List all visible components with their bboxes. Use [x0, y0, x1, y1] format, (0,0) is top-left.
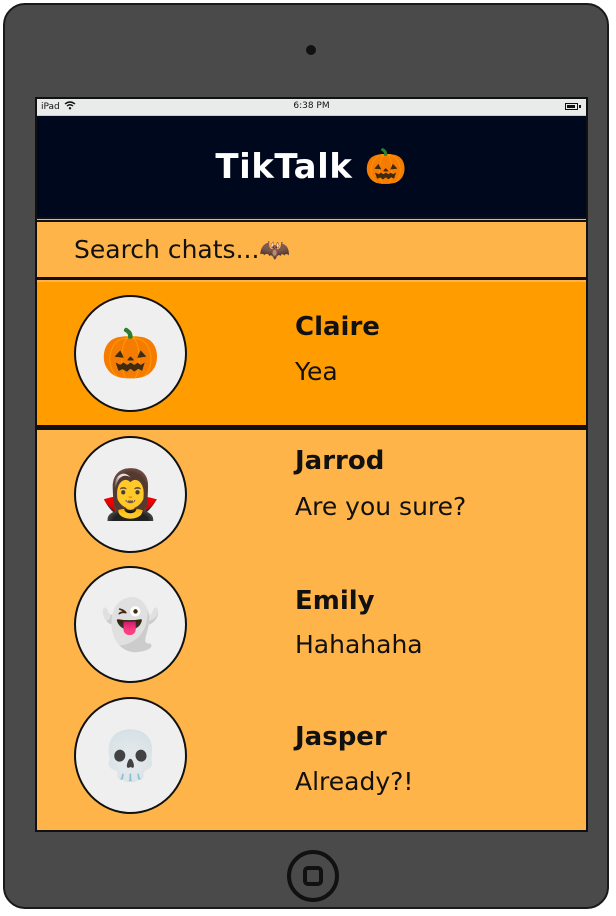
app-title-text: TikTalk [215, 146, 353, 187]
chat-item-claire[interactable]: 🎃 Claire Yea [37, 282, 586, 428]
chat-name: Jarrod [295, 446, 385, 476]
chat-list: 🎃 Claire Yea 🧛‍♀️ Jarrod Are you sure? 👻… [37, 282, 586, 830]
chat-item-emily[interactable]: 👻 Emily Hahahaha [37, 566, 586, 697]
avatar-vampire-icon: 🧛‍♀️ [74, 436, 187, 553]
chat-item-jasper[interactable]: 💀 Jasper Already?! [37, 697, 586, 830]
chat-last-message: Are you sure? [295, 492, 467, 521]
chat-name: Emily [295, 586, 375, 616]
ipad-device-frame: iPad 6:38 PM TikTalk 🎃 Search chats...🦇 … [3, 3, 609, 909]
chat-name: Claire [295, 312, 380, 342]
avatar-ghost-icon: 👻 [74, 566, 187, 683]
search-input[interactable]: Search chats...🦇 [37, 220, 586, 280]
status-time: 6:38 PM [293, 101, 330, 111]
home-button[interactable] [287, 850, 339, 902]
status-bar: iPad 6:38 PM [37, 99, 586, 116]
search-placeholder: Search chats...🦇 [74, 234, 291, 264]
camera-dot [306, 45, 316, 55]
app-screen: iPad 6:38 PM TikTalk 🎃 Search chats...🦇 … [35, 97, 588, 832]
chat-item-jarrod[interactable]: 🧛‍♀️ Jarrod Are you sure? [37, 428, 586, 566]
chat-name: Jasper [295, 722, 387, 752]
pumpkin-icon: 🎃 [364, 146, 408, 187]
chat-last-message: Hahahaha [295, 630, 423, 659]
home-square-icon [303, 866, 323, 886]
chat-last-message: Already?! [295, 767, 414, 796]
app-title: TikTalk 🎃 [215, 147, 407, 187]
avatar-skull-icon: 💀 [74, 697, 187, 814]
chat-last-message: Yea [295, 357, 338, 386]
avatar-pumpkin-icon: 🎃 [74, 295, 187, 412]
bat-icon: 🦇 [259, 234, 291, 264]
app-header: TikTalk 🎃 [37, 116, 586, 219]
battery-icon [565, 103, 578, 110]
